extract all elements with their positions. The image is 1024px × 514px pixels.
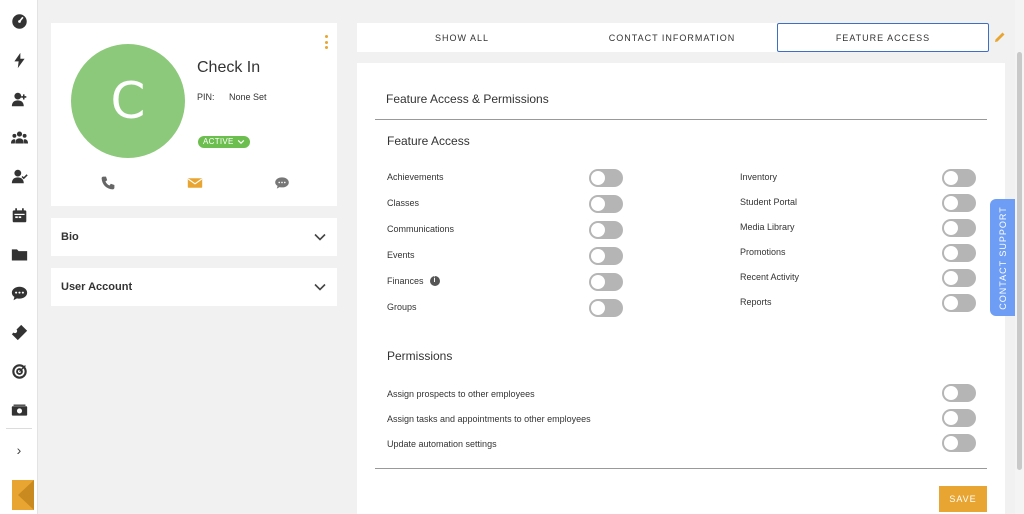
avatar: C [71,44,185,158]
feature-label-promotions: Promotions [740,247,786,257]
folder-icon[interactable] [9,244,29,264]
group-icon[interactable] [9,127,29,147]
add-user-icon[interactable] [9,89,29,109]
tab-contact-information[interactable]: CONTACT INFORMATION [567,23,777,52]
feature-label-communications: Communications [387,224,455,234]
profile-card: C Check In PIN: None Set ACTIVE [51,23,337,206]
panel-title: Feature Access & Permissions [386,92,549,106]
toggle-assign-prospects[interactable] [942,384,976,402]
toggle-classes[interactable] [589,195,623,213]
feature-label-reports: Reports [740,297,772,307]
accordion-user-account[interactable]: User Account [51,268,337,306]
chevron-down-icon [237,139,244,145]
feature-label-events: Events [387,250,415,260]
toggle-media-library[interactable] [942,219,976,237]
brand-logo-icon [4,480,34,510]
target-icon[interactable] [9,361,29,381]
pin-label: PIN: [197,92,215,102]
nav-rail: › [0,0,38,514]
expand-rail-icon[interactable]: › [12,442,26,458]
feature-label-classes: Classes [387,198,420,208]
tab-bar: SHOW ALL CONTACT INFORMATION FEATURE ACC… [357,23,989,52]
scrollbar[interactable] [1015,0,1024,514]
feature-label-finances-text: Finances [387,276,424,286]
money-icon[interactable] [9,400,29,420]
pin-row: PIN: None Set [197,92,267,102]
save-button[interactable]: SAVE [939,486,987,512]
feature-label-finances: Finances i [387,276,440,286]
accordion-bio-label: Bio [61,231,79,243]
more-options-icon[interactable] [323,35,329,49]
pencil-icon[interactable] [994,30,1006,42]
contact-support-label: CONTACT SUPPORT [998,205,1009,310]
chevron-down-icon [314,233,326,241]
toggle-promotions[interactable] [942,244,976,262]
permission-label-update-automation: Update automation settings [387,439,497,449]
divider [375,119,987,120]
feature-label-inventory: Inventory [740,172,778,182]
feature-label-media-library: Media Library [740,222,795,232]
pin-value: None Set [229,92,267,102]
toggle-update-automation[interactable] [942,434,976,452]
toggle-finances[interactable] [589,273,623,291]
tab-show-all[interactable]: SHOW ALL [357,23,567,52]
permissions-heading: Permissions [387,349,453,363]
feature-access-panel: Feature Access & Permissions Feature Acc… [357,63,1005,514]
toggle-reports[interactable] [942,294,976,312]
feature-label-groups: Groups [387,302,417,312]
feature-label-recent-activity: Recent Activity [740,272,800,282]
phone-icon[interactable] [99,174,117,192]
toggle-communications[interactable] [589,221,623,239]
accordion-user-account-label: User Account [61,281,133,293]
feature-access-heading: Feature Access [387,134,470,148]
rail-divider [6,428,32,429]
toggle-events[interactable] [589,247,623,265]
profile-name: Check In [197,59,261,76]
chat-icon[interactable] [9,283,29,303]
toggle-inventory[interactable] [942,169,976,187]
divider [375,468,987,469]
status-badge[interactable]: ACTIVE [198,136,250,148]
chevron-down-icon [314,283,326,291]
permission-label-assign-tasks: Assign tasks and appointments to other e… [387,414,591,424]
info-icon[interactable]: i [429,276,440,286]
ticket-icon[interactable] [9,322,29,342]
calendar-icon[interactable] [9,205,29,225]
tab-feature-access[interactable]: FEATURE ACCESS [777,23,989,52]
scrollbar-thumb[interactable] [1017,52,1022,470]
permission-label-assign-prospects: Assign prospects to other employees [387,389,535,399]
message-icon[interactable] [273,174,291,192]
lightning-icon[interactable] [9,50,29,70]
accordion-bio[interactable]: Bio [51,218,337,256]
toggle-student-portal[interactable] [942,194,976,212]
feature-label-achievements: Achievements [387,172,444,182]
dashboard-icon[interactable] [9,11,29,31]
toggle-assign-tasks[interactable] [942,409,976,427]
toggle-achievements[interactable] [589,169,623,187]
toggle-groups[interactable] [589,299,623,317]
email-icon[interactable] [186,174,204,192]
toggle-recent-activity[interactable] [942,269,976,287]
status-label: ACTIVE [203,137,234,146]
feature-label-student-portal: Student Portal [740,197,798,207]
user-check-icon[interactable] [9,166,29,186]
contact-support-tab[interactable]: CONTACT SUPPORT [990,199,1016,316]
